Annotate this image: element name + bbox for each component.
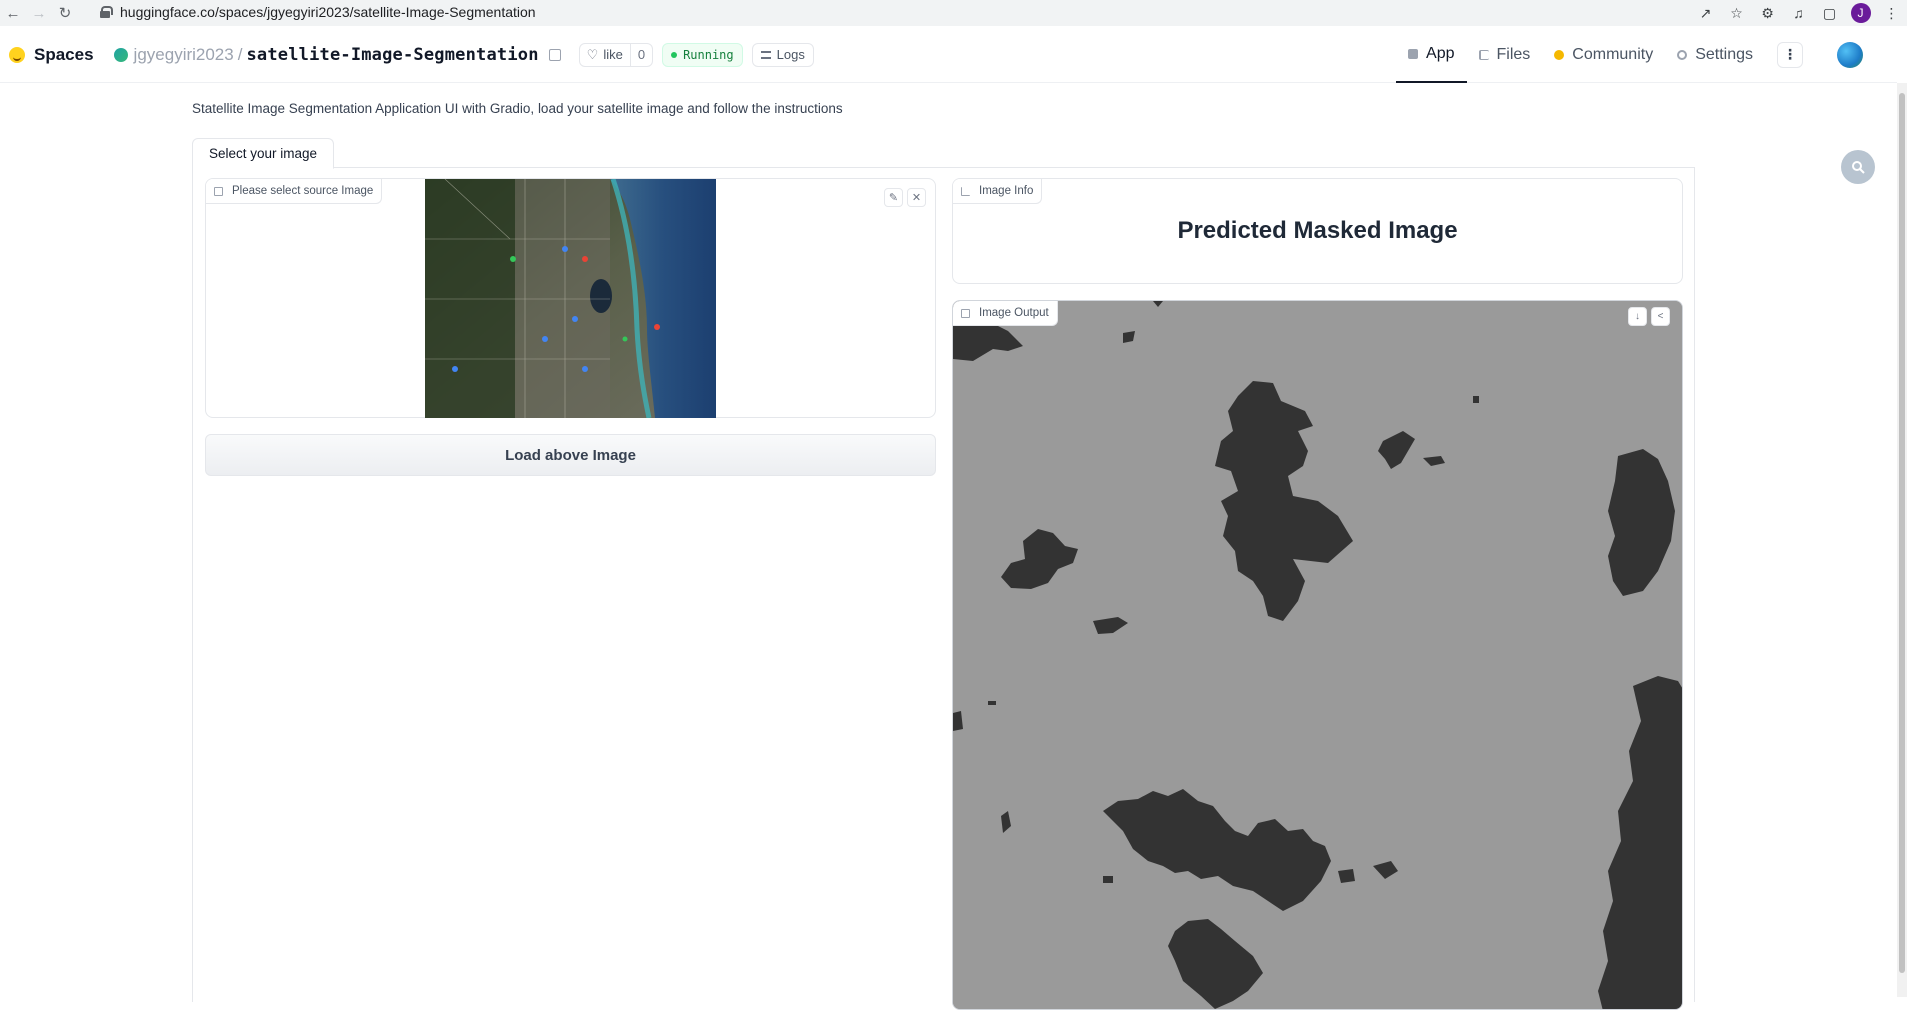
owner-link[interactable]: jgyegyiri2023 <box>134 45 234 65</box>
tab-select-your-image[interactable]: Select your image <box>192 138 335 169</box>
more-options-icon[interactable]: ⋮ <box>1777 41 1803 68</box>
download-icon[interactable]: ↓ <box>1628 307 1647 326</box>
app-description: Statellite Image Segmentation Applicatio… <box>192 101 843 116</box>
cube-icon <box>1408 48 1419 59</box>
image-output-block: Image Output ↓ < <box>952 300 1683 1010</box>
load-image-button[interactable]: Load above Image <box>205 434 936 476</box>
like-group: ♡ like 0 <box>578 42 654 67</box>
media-icon[interactable]: ♫ <box>1783 0 1814 26</box>
search-floating-icon[interactable] <box>1841 150 1875 184</box>
logs-button[interactable]: Logs <box>751 42 814 67</box>
tab-settings-label: Settings <box>1695 45 1753 63</box>
profile-avatar: J <box>1850 3 1871 23</box>
space-avatar-icon <box>113 47 128 62</box>
chart-icon <box>961 186 970 196</box>
heart-icon: ♡ <box>586 46 599 62</box>
repo-name-link[interactable]: satellite-Image-Segmentation <box>246 45 538 65</box>
profile-button[interactable]: J <box>1845 0 1876 26</box>
back-icon[interactable]: ← <box>0 0 26 26</box>
scrollbar-thumb[interactable] <box>1899 93 1905 973</box>
app-tab-bar: Select your image <box>192 138 1695 169</box>
source-image-block[interactable]: Please select source Image ✎ ✕ <box>205 178 936 418</box>
lock-icon <box>100 6 113 18</box>
like-count[interactable]: 0 <box>631 47 652 62</box>
edit-icon[interactable]: ✎ <box>884 188 903 207</box>
path-separator: / <box>237 44 243 64</box>
source-image-label-text: Please select source Image <box>232 185 374 197</box>
forward-icon[interactable]: → <box>26 0 52 26</box>
url-text: huggingface.co/spaces/jgyegyiri2023/sate… <box>120 4 536 20</box>
site-header: Spaces jgyegyiri2023 / satellite-Image-S… <box>0 26 1897 83</box>
files-icon <box>1478 49 1489 60</box>
image-icon <box>214 186 223 196</box>
satellite-image <box>425 179 716 418</box>
status-dot-icon <box>671 51 678 58</box>
logs-label: Logs <box>776 47 805 62</box>
copy-icon[interactable] <box>548 48 561 61</box>
reload-icon[interactable]: ↻ <box>52 0 78 26</box>
community-icon <box>1554 49 1565 60</box>
spaces-link[interactable]: Spaces <box>34 45 94 65</box>
share-icon[interactable]: ↗ <box>1690 0 1721 26</box>
image-info-block: Image Info Predicted Masked Image <box>952 178 1683 284</box>
gear-icon <box>1677 49 1688 60</box>
segmentation-mask <box>953 301 1682 1009</box>
huggingface-logo-icon[interactable] <box>9 46 25 63</box>
browser-menu-icon[interactable]: ⋮ <box>1876 0 1907 26</box>
status-text: Running <box>683 47 734 62</box>
logs-icon <box>760 50 771 59</box>
tab-community[interactable]: Community <box>1542 26 1665 83</box>
side-panel-icon[interactable]: ▢ <box>1814 0 1845 26</box>
extensions-icon[interactable]: ⚙ <box>1752 0 1783 26</box>
close-icon[interactable]: ✕ <box>907 188 926 207</box>
tab-app[interactable]: App <box>1396 26 1467 83</box>
like-label: like <box>603 47 623 62</box>
tab-settings[interactable]: Settings <box>1665 26 1765 83</box>
image-output-label: Image Output <box>953 301 1058 326</box>
tab-community-label: Community <box>1572 45 1654 63</box>
image-icon <box>961 308 970 318</box>
source-image-label: Please select source Image <box>206 179 383 204</box>
tab-app-label: App <box>1426 44 1455 62</box>
user-avatar[interactable] <box>1837 41 1863 68</box>
image-info-label-text: Image Info <box>979 185 1034 197</box>
predicted-title: Predicted Masked Image <box>1177 217 1458 244</box>
page-scrollbar[interactable] <box>1897 83 1907 997</box>
bookmark-star-icon[interactable]: ☆ <box>1721 0 1752 26</box>
tab-files[interactable]: Files <box>1467 26 1543 83</box>
share-icon[interactable]: < <box>1651 307 1670 326</box>
status-badge[interactable]: Running <box>662 42 743 67</box>
address-bar[interactable]: huggingface.co/spaces/jgyegyiri2023/sate… <box>100 0 536 24</box>
like-button[interactable]: ♡ like <box>580 43 631 66</box>
browser-toolbar: ← → ↻ huggingface.co/spaces/jgyegyiri202… <box>0 0 1907 26</box>
image-output-label-text: Image Output <box>979 307 1049 319</box>
image-info-label: Image Info <box>953 179 1043 204</box>
tab-files-label: Files <box>1496 45 1531 63</box>
